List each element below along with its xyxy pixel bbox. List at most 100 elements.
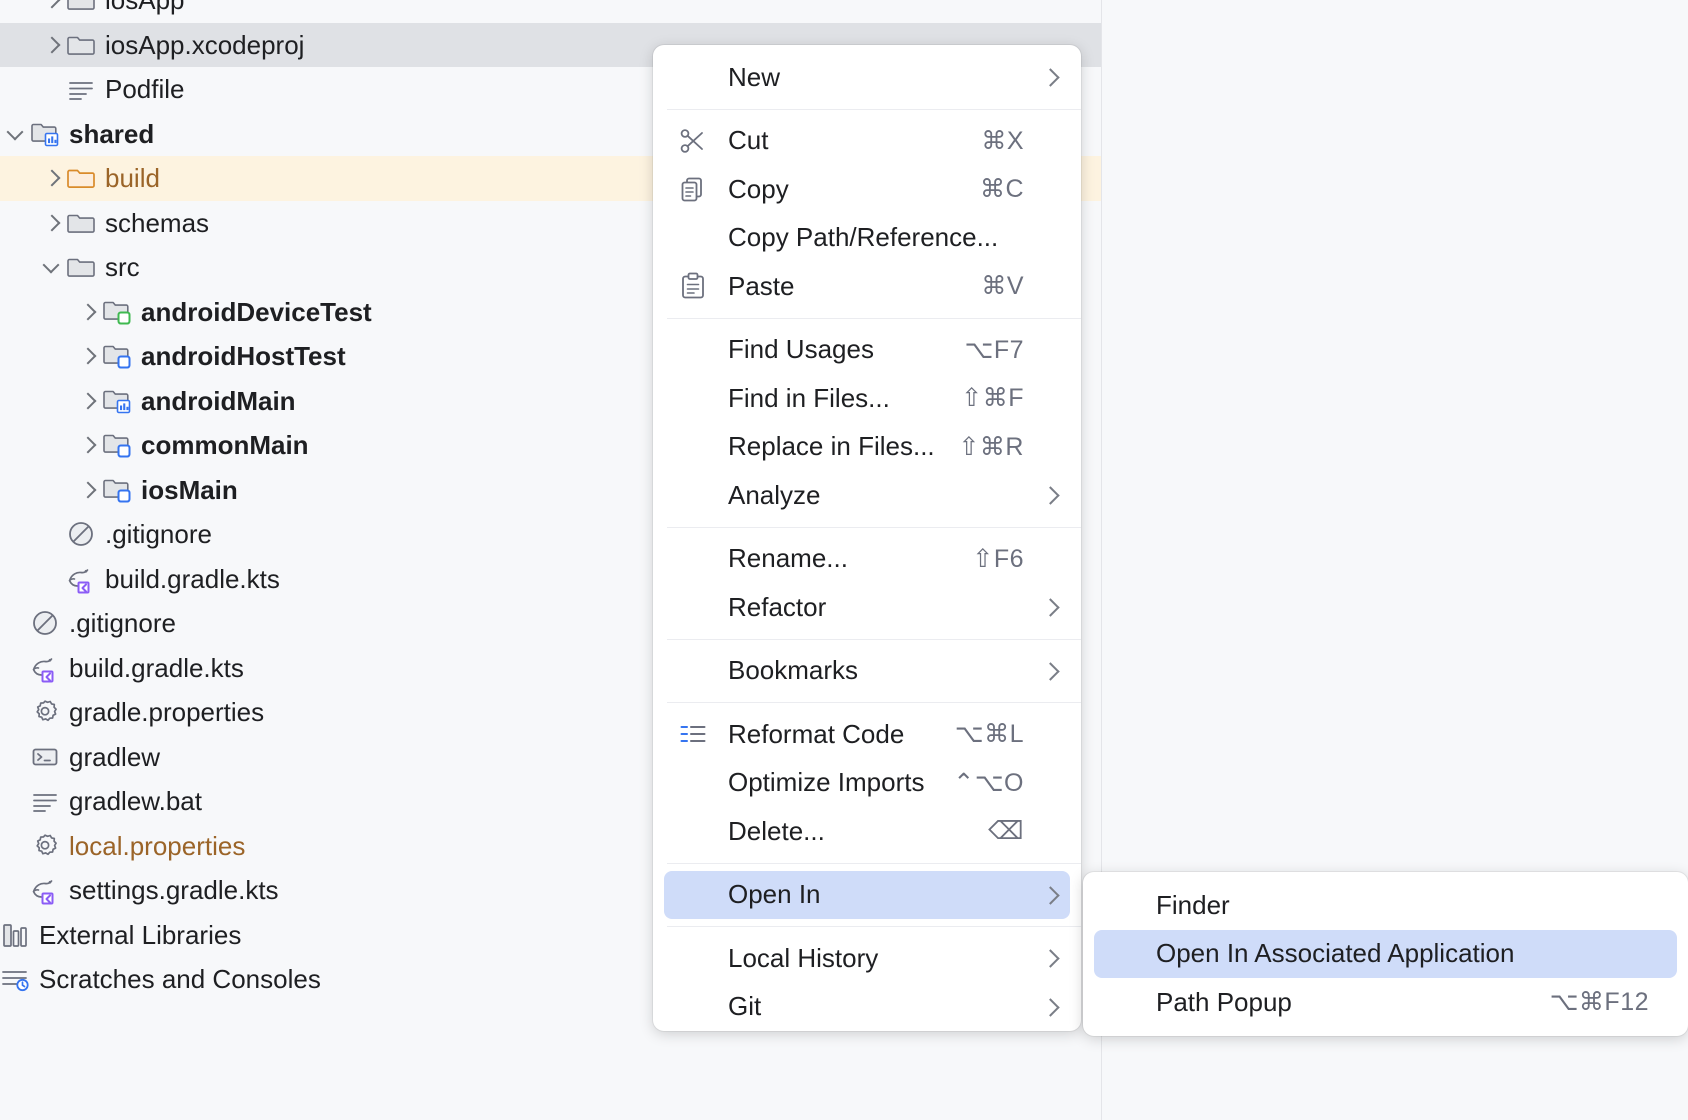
- menu-item-delete[interactable]: Delete...⌫: [664, 807, 1070, 856]
- chevron-right-icon: [1042, 946, 1066, 970]
- file-context-menu[interactable]: New Cut⌘X Copy ⌘C Copy Path/Reference... Past…: [653, 45, 1081, 1031]
- copy-icon: [678, 174, 708, 204]
- menu-icon-placeholder: [678, 62, 708, 92]
- chevron-right-icon: [1042, 659, 1066, 683]
- menu-item-replace-in-files[interactable]: Replace in Files...⇧⌘R: [664, 423, 1070, 472]
- folder-icon: [66, 208, 96, 238]
- menu-icon-placeholder: [678, 943, 708, 973]
- menu-icon-placeholder: [678, 880, 708, 910]
- menu-item-shortcut: ⌘C: [980, 174, 1024, 204]
- chevron-right-icon[interactable]: [76, 432, 102, 458]
- chevron-down-icon[interactable]: [40, 254, 66, 280]
- tree-row-label: iosMain: [141, 477, 238, 503]
- shell-script-icon: [30, 742, 60, 772]
- chevron-right-icon[interactable]: [76, 299, 102, 325]
- tree-row-label: .gitignore: [105, 521, 212, 547]
- menu-separator: [667, 926, 1081, 927]
- chevron-right-icon[interactable]: [40, 165, 66, 191]
- menu-item-copy-path-reference[interactable]: Copy Path/Reference...: [664, 214, 1070, 263]
- menu-item-refactor[interactable]: Refactor: [664, 583, 1070, 632]
- menu-icon-placeholder: [678, 223, 708, 253]
- folder-icon: [66, 252, 96, 282]
- menu-item-optimize-imports[interactable]: Optimize Imports⌃⌥O: [664, 759, 1070, 808]
- tree-row-label: settings.gradle.kts: [69, 877, 279, 903]
- chevron-right-icon[interactable]: [40, 0, 66, 13]
- submenu-item-finder[interactable]: Finder: [1094, 881, 1677, 930]
- chevron-right-icon[interactable]: [76, 477, 102, 503]
- submenu-item-path-popup[interactable]: Path Popup⌥⌘F12: [1094, 978, 1677, 1027]
- menu-icon-placeholder: [678, 768, 708, 798]
- menu-item-find-usages[interactable]: Find Usages⌥F7: [664, 326, 1070, 375]
- menu-item-paste[interactable]: Paste⌘V: [664, 262, 1070, 311]
- menu-separator: [667, 527, 1081, 528]
- menu-icon-placeholder: [678, 335, 708, 365]
- menu-item-git[interactable]: Git: [664, 983, 1070, 1032]
- menu-item-shortcut: ⇧⌘R: [958, 432, 1024, 462]
- chevron-down-icon[interactable]: [4, 121, 30, 147]
- menu-item-shortcut: ⌘X: [981, 126, 1024, 156]
- submenu-item-shortcut: ⌥⌘F12: [1550, 987, 1649, 1017]
- chevron-placeholder: [40, 521, 66, 547]
- chevron-placeholder: [40, 566, 66, 592]
- source-root-test-icon: [102, 297, 132, 327]
- menu-item-label: Bookmarks: [728, 655, 1024, 686]
- menu-item-label: Copy Path/Reference...: [728, 222, 1024, 253]
- menu-item-shortcut: ⌫: [988, 816, 1024, 846]
- tree-row-iosapp[interactable]: iosApp: [0, 0, 1101, 23]
- menu-item-label: Refactor: [728, 592, 1024, 623]
- menu-item-label: New: [728, 62, 1024, 93]
- chevron-right-icon[interactable]: [40, 210, 66, 236]
- tree-row-label: androidDeviceTest: [141, 299, 372, 325]
- menu-item-label: Local History: [728, 943, 1024, 974]
- menu-item-rename[interactable]: Rename...⇧F6: [664, 535, 1070, 584]
- menu-icon-placeholder: [678, 480, 708, 510]
- tree-row-label: Scratches and Consoles: [39, 966, 321, 992]
- chevron-right-icon[interactable]: [76, 388, 102, 414]
- chevron-right-icon: [1042, 595, 1066, 619]
- menu-separator: [667, 702, 1081, 703]
- tree-row-label: androidHostTest: [141, 343, 346, 369]
- tree-row-label: local.properties: [69, 833, 245, 859]
- menu-icon-placeholder: [678, 592, 708, 622]
- chevron-right-icon: [1042, 883, 1066, 907]
- chevron-placeholder: [4, 788, 30, 814]
- menu-item-bookmarks[interactable]: Bookmarks: [664, 647, 1070, 696]
- tree-row-label: Podfile: [105, 76, 185, 102]
- properties-icon: [30, 697, 60, 727]
- chevron-placeholder: [4, 699, 30, 725]
- tree-row-label: iosApp: [105, 0, 185, 13]
- menu-separator: [667, 863, 1081, 864]
- menu-item-reformat-code[interactable]: Reformat Code⌥⌘L: [664, 710, 1070, 759]
- menu-item-copy[interactable]: Copy ⌘C: [664, 165, 1070, 214]
- menu-item-shortcut: ⇧⌘F: [961, 383, 1024, 413]
- menu-icon-placeholder: [678, 992, 708, 1022]
- tree-row-label: iosApp.xcodeproj: [105, 32, 304, 58]
- open-in-submenu[interactable]: FinderOpen In Associated ApplicationPath…: [1083, 872, 1688, 1036]
- source-root-icon: [102, 430, 132, 460]
- chevron-right-icon[interactable]: [76, 343, 102, 369]
- text-file-icon: [30, 786, 60, 816]
- ide-screen: iosAppiosApp.xcodeprojPodfilesharedbuild…: [0, 0, 1688, 1120]
- tree-row-label: androidMain: [141, 388, 296, 414]
- tree-row-label: build.gradle.kts: [69, 655, 244, 681]
- chevron-right-icon: [1042, 65, 1066, 89]
- menu-separator: [667, 639, 1081, 640]
- menu-icon-placeholder: [678, 544, 708, 574]
- menu-item-label: Open In: [728, 879, 1024, 910]
- menu-item-label: Reformat Code: [728, 719, 933, 750]
- chevron-placeholder: [4, 610, 30, 636]
- tree-row-label: gradlew.bat: [69, 788, 202, 814]
- menu-item-local-history[interactable]: Local History: [664, 934, 1070, 983]
- menu-item-find-in-files[interactable]: Find in Files...⇧⌘F: [664, 374, 1070, 423]
- menu-icon-placeholder: [678, 432, 708, 462]
- menu-separator: [667, 109, 1081, 110]
- menu-item-label: Copy: [728, 174, 958, 205]
- menu-item-new[interactable]: New: [664, 53, 1070, 102]
- submenu-item-open-in-associated-application[interactable]: Open In Associated Application: [1094, 930, 1677, 979]
- menu-item-shortcut: ⌃⌥O: [953, 768, 1024, 798]
- menu-item-analyze[interactable]: Analyze: [664, 471, 1070, 520]
- chevron-right-icon[interactable]: [40, 32, 66, 58]
- menu-item-cut[interactable]: Cut⌘X: [664, 117, 1070, 166]
- menu-item-open-in[interactable]: Open In: [664, 871, 1070, 920]
- folder-icon: [66, 30, 96, 60]
